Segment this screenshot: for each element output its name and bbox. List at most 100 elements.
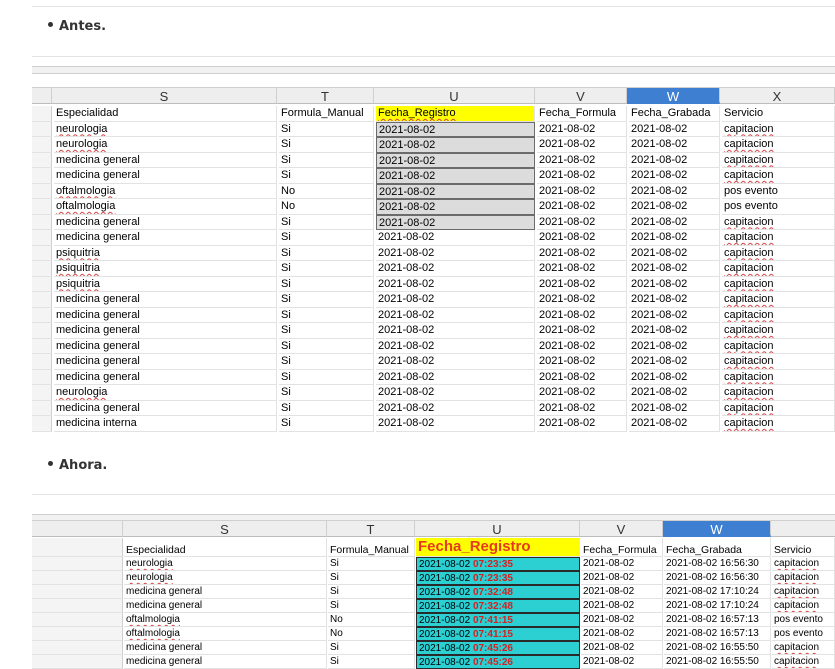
table-cell[interactable]: 2021-08-02 <box>537 307 627 323</box>
table-cell[interactable]: pos evento <box>772 613 835 627</box>
table-cell[interactable]: neurologia <box>124 571 327 585</box>
table-cell[interactable]: 2021-08-02 <box>629 230 720 246</box>
table-cell[interactable]: Si <box>328 599 415 613</box>
table-cell[interactable]: 2021-08-02 <box>537 354 627 370</box>
row-header[interactable] <box>32 627 123 641</box>
table-cell[interactable]: 2021-08-02 <box>376 276 535 292</box>
table-cell[interactable]: oftalmologia <box>54 183 277 199</box>
table-cell[interactable]: neurologia <box>124 557 327 571</box>
table-cell[interactable]: oftalmologia <box>124 627 327 641</box>
table-cell[interactable]: 2021-08-02 <box>581 571 663 585</box>
table-cell[interactable]: pos evento <box>772 627 835 641</box>
table-cell[interactable]: 2021-08-02 07:41:15 <box>416 627 580 641</box>
table-cell[interactable]: 2021-08-02 <box>581 613 663 627</box>
table-cell[interactable]: 2021-08-02 <box>376 230 535 246</box>
table-cell[interactable]: psiquitria <box>54 276 277 292</box>
table-cell[interactable]: 2021-08-02 16:57:13 <box>664 627 771 641</box>
table-cell[interactable]: 2021-08-02 <box>537 292 627 308</box>
row-header[interactable] <box>32 230 52 246</box>
table-cell[interactable]: medicina general <box>54 369 277 385</box>
table-cell[interactable]: capitacion <box>772 557 835 571</box>
table-cell[interactable]: Si <box>279 354 374 370</box>
table-cell[interactable]: 2021-08-02 <box>376 183 535 199</box>
table-cell[interactable]: 2021-08-02 <box>537 369 627 385</box>
row-header[interactable] <box>32 137 52 153</box>
table-cell[interactable]: 2021-08-02 <box>537 121 627 137</box>
table-cell[interactable]: Si <box>279 245 374 261</box>
table-cell[interactable]: Si <box>279 338 374 354</box>
table-cell[interactable]: 2021-08-02 <box>537 214 627 230</box>
row-header[interactable] <box>32 292 52 308</box>
table-cell[interactable]: 2021-08-02 07:32:48 <box>416 599 580 613</box>
table-cell[interactable]: 2021-08-02 <box>629 369 720 385</box>
column-title-cell[interactable]: Servicio <box>722 106 835 122</box>
table-cell[interactable]: capitacion <box>772 599 835 613</box>
table-cell[interactable]: 2021-08-02 07:45:26 <box>416 641 580 655</box>
row-header[interactable] <box>32 168 52 184</box>
row-header[interactable] <box>32 655 123 669</box>
table-cell[interactable]: medicina general <box>54 307 277 323</box>
row-header[interactable] <box>32 106 52 122</box>
table-cell[interactable]: capitacion <box>722 168 835 184</box>
table-cell[interactable]: 2021-08-02 <box>376 292 535 308</box>
table-cell[interactable]: 2021-08-02 16:56:30 <box>664 571 771 585</box>
table-cell[interactable]: medicina general <box>124 585 327 599</box>
column-header-v[interactable]: V <box>535 87 627 104</box>
table-cell[interactable]: 2021-08-02 17:10:24 <box>664 599 771 613</box>
table-cell[interactable]: No <box>279 199 374 215</box>
table-cell[interactable]: 2021-08-02 <box>537 168 627 184</box>
table-cell[interactable]: Si <box>279 214 374 230</box>
table-cell[interactable]: 2021-08-02 <box>629 400 720 416</box>
table-cell[interactable]: 2021-08-02 <box>537 199 627 215</box>
column-title-cell[interactable]: Especialidad <box>124 538 327 557</box>
row-header[interactable] <box>32 338 52 354</box>
table-cell[interactable]: 2021-08-02 <box>376 338 535 354</box>
table-cell[interactable]: Si <box>279 137 374 153</box>
table-cell[interactable]: Si <box>279 152 374 168</box>
row-header[interactable] <box>32 245 52 261</box>
table-cell[interactable]: capitacion <box>722 121 835 137</box>
table-cell[interactable]: capitacion <box>722 152 835 168</box>
column-title-cell[interactable]: Fecha_Formula <box>537 106 627 122</box>
table-cell[interactable]: 2021-08-02 <box>629 276 720 292</box>
table-cell[interactable]: 2021-08-02 <box>376 261 535 277</box>
column-header-t[interactable]: T <box>327 520 415 537</box>
table-cell[interactable]: 2021-08-02 16:55:50 <box>664 655 771 669</box>
column-header-w[interactable]: W <box>663 520 771 537</box>
table-cell[interactable]: capitacion <box>772 571 835 585</box>
table-cell[interactable]: 2021-08-02 <box>629 261 720 277</box>
row-header[interactable] <box>32 585 123 599</box>
table-cell[interactable]: 2021-08-02 <box>376 416 535 432</box>
table-cell[interactable]: 2021-08-02 <box>581 641 663 655</box>
table-cell[interactable]: 2021-08-02 <box>629 307 720 323</box>
table-cell[interactable]: 2021-08-02 <box>537 152 627 168</box>
table-cell[interactable]: neurologia <box>54 121 277 137</box>
row-header[interactable] <box>32 369 52 385</box>
table-cell[interactable]: 2021-08-02 <box>376 385 535 401</box>
table-cell[interactable]: 2021-08-02 <box>537 137 627 153</box>
table-cell[interactable]: medicina interna <box>54 416 277 432</box>
row-header[interactable] <box>32 385 52 401</box>
table-cell[interactable]: medicina general <box>54 214 277 230</box>
table-cell[interactable]: capitacion <box>722 261 835 277</box>
table-cell[interactable]: capitacion <box>722 385 835 401</box>
table-cell[interactable]: 2021-08-02 <box>376 199 535 215</box>
table-cell[interactable]: pos evento <box>722 183 835 199</box>
table-cell[interactable]: Si <box>279 385 374 401</box>
table-cell[interactable]: 2021-08-02 <box>629 199 720 215</box>
row-header[interactable] <box>32 307 52 323</box>
table-cell[interactable]: medicina general <box>54 168 277 184</box>
row-header[interactable] <box>32 538 123 557</box>
table-cell[interactable]: 2021-08-02 <box>629 183 720 199</box>
row-header[interactable] <box>32 214 52 230</box>
table-cell[interactable]: 2021-08-02 <box>581 655 663 669</box>
column-header-u[interactable]: U <box>374 87 535 104</box>
row-header[interactable] <box>32 613 123 627</box>
table-cell[interactable]: capitacion <box>722 369 835 385</box>
table-cell[interactable]: capitacion <box>722 230 835 246</box>
table-cell[interactable]: capitacion <box>722 245 835 261</box>
table-cell[interactable]: Si <box>279 230 374 246</box>
table-cell[interactable]: 2021-08-02 <box>537 230 627 246</box>
table-cell[interactable]: 2021-08-02 <box>376 323 535 339</box>
column-header-v[interactable]: V <box>580 520 663 537</box>
